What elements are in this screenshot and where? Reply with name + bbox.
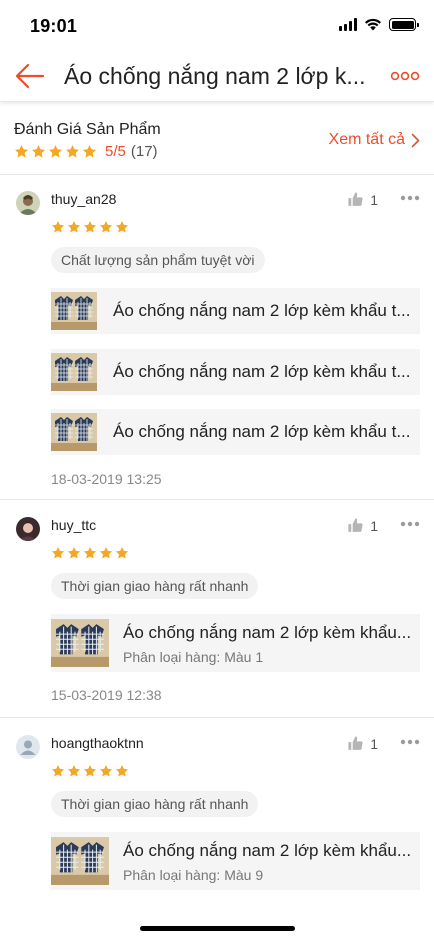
product-name: Áo chống nắng nam 2 lớp kèm khẩu... (123, 623, 412, 642)
like-count: 1 (370, 735, 378, 752)
username: hoangthaoktnn (51, 735, 144, 751)
status-icons (339, 18, 419, 31)
star-icon (67, 764, 81, 778)
more-icon[interactable] (400, 195, 420, 201)
product-name: Áo chống nắng nam 2 lớp kèm khẩu t... (113, 301, 411, 320)
product-card[interactable]: Áo chống nắng nam 2 lớp kèm khẩu... Phân… (51, 614, 420, 672)
product-card[interactable]: Áo chống nắng nam 2 lớp kèm khẩu t... (51, 409, 420, 455)
star-icon (99, 220, 113, 234)
battery-icon (389, 18, 419, 31)
thumbs-up-icon (347, 191, 364, 208)
star-icon (51, 220, 65, 234)
review-item: huy_ttc 1 Thời gian giao hàng rất nhanh … (0, 501, 434, 718)
summary-score: 5/5 (105, 143, 126, 160)
avatar[interactable] (16, 735, 40, 759)
product-name: Áo chống nắng nam 2 lớp kèm khẩu t... (113, 362, 411, 381)
star-icon (67, 546, 81, 560)
product-variant: Phân loại hàng: Màu 9 (123, 867, 264, 883)
like-button[interactable]: 1 (347, 735, 378, 752)
product-image (51, 837, 109, 885)
review-date: 15-03-2019 12:38 (51, 687, 162, 703)
status-time: 19:01 (30, 16, 78, 36)
wifi-icon (365, 18, 381, 31)
product-name: Áo chống nắng nam 2 lớp kèm khẩu... (123, 841, 412, 860)
star-icon (48, 144, 63, 159)
like-count: 1 (370, 517, 378, 534)
review-item: thuy_an28 1 Chất lượng sản phẩm tuyệt vờ… (0, 175, 434, 500)
see-all-label: Xem tất cả (328, 131, 405, 148)
star-icon (115, 546, 129, 560)
page-title: Áo chống nắng nam 2 lớp k... (64, 63, 366, 89)
thumbs-up-icon (347, 517, 364, 534)
more-icon[interactable] (400, 521, 420, 527)
review-tag[interactable]: Chất lượng sản phẩm tuyệt vời (51, 247, 265, 273)
review-tag[interactable]: Thời gian giao hàng rất nhanh (51, 791, 259, 817)
username: huy_ttc (51, 517, 97, 533)
like-button[interactable]: 1 (347, 517, 378, 534)
summary-rating: 5/5 (17) (14, 143, 158, 160)
status-bar: 19:01 (0, 0, 434, 52)
star-icon (82, 144, 97, 159)
star-icon (83, 546, 97, 560)
product-name: Áo chống nắng nam 2 lớp kèm khẩu t... (113, 422, 411, 441)
rating-summary: Đánh Giá Sản Phẩm 5/5 (17) Xem tất cả (0, 103, 434, 175)
cellular-signal-icon (339, 18, 357, 31)
review-stars (51, 764, 129, 778)
star-icon (83, 764, 97, 778)
like-count: 1 (370, 191, 378, 208)
star-icon (65, 144, 80, 159)
review-stars (51, 220, 129, 234)
star-icon (83, 220, 97, 234)
star-icon (67, 220, 81, 234)
review-item: hoangthaoktnn 1 Thời gian giao hàng rất … (0, 719, 434, 919)
summary-title: Đánh Giá Sản Phẩm (14, 121, 161, 138)
more-options-icon[interactable] (390, 68, 420, 84)
chevron-right-icon (411, 133, 420, 147)
product-image (51, 619, 109, 667)
star-icon (31, 144, 46, 159)
star-icon (14, 144, 29, 159)
product-image (51, 292, 97, 330)
review-stars (51, 546, 129, 560)
star-icon (99, 764, 113, 778)
back-arrow-icon[interactable] (14, 62, 46, 90)
review-date: 18-03-2019 13:25 (51, 471, 162, 487)
star-icon (51, 764, 65, 778)
avatar[interactable] (16, 191, 40, 215)
product-card[interactable]: Áo chống nắng nam 2 lớp kèm khẩu t... (51, 349, 420, 395)
more-icon[interactable] (400, 739, 420, 745)
see-all-button[interactable]: Xem tất cả (329, 131, 420, 149)
like-button[interactable]: 1 (347, 191, 378, 208)
product-variant: Phân loại hàng: Màu 1 (123, 649, 264, 665)
avatar[interactable] (16, 517, 40, 541)
home-indicator[interactable] (140, 926, 295, 931)
star-icon (115, 764, 129, 778)
thumbs-up-icon (347, 735, 364, 752)
review-tag[interactable]: Thời gian giao hàng rất nhanh (51, 573, 259, 599)
nav-bar: Áo chống nắng nam 2 lớp k... (0, 52, 434, 102)
star-icon (99, 546, 113, 560)
product-image (51, 353, 97, 391)
star-icon (115, 220, 129, 234)
review-count: (17) (130, 143, 158, 160)
username: thuy_an28 (51, 191, 117, 207)
star-icon (51, 546, 65, 560)
product-image (51, 413, 97, 451)
product-card[interactable]: Áo chống nắng nam 2 lớp kèm khẩu... Phân… (51, 832, 420, 890)
product-card[interactable]: Áo chống nắng nam 2 lớp kèm khẩu t... (51, 288, 420, 334)
summary-stars (14, 144, 97, 159)
